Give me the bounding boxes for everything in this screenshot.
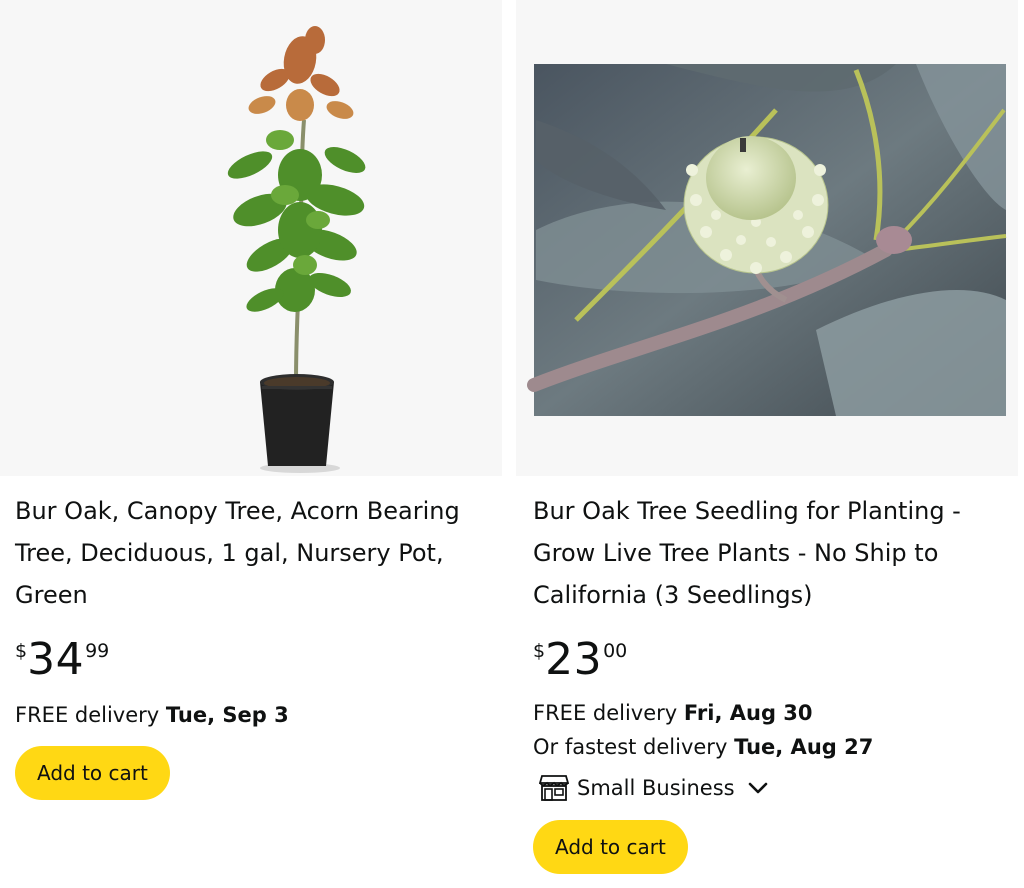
- delivery-info: FREE delivery Fri, Aug 30: [533, 696, 813, 730]
- price-currency: $: [533, 640, 546, 662]
- product-title[interactable]: Bur Oak, Canopy Tree, Acorn Bearing Tree…: [15, 490, 495, 616]
- delivery-prefix: FREE delivery: [533, 701, 684, 725]
- product-title[interactable]: Bur Oak Tree Seedling for Planting - Gro…: [533, 490, 1013, 616]
- delivery-prefix: FREE delivery: [15, 703, 166, 727]
- product-price: $ 23 00: [533, 636, 627, 686]
- potted-tree-illustration: [227, 26, 366, 473]
- store-icon: [539, 775, 569, 801]
- fastest-delivery-prefix: Or fastest delivery: [533, 735, 735, 759]
- product-image-acorn[interactable]: [516, 0, 1018, 476]
- delivery-date: Tue, Sep 3: [165, 703, 289, 727]
- product-card-bur-oak-1gal: Bur Oak, Canopy Tree, Acorn Bearing Tree…: [0, 0, 502, 888]
- price-whole: 34: [27, 634, 85, 685]
- price-fraction: 99: [85, 640, 110, 662]
- product-price: $ 34 99: [15, 636, 109, 686]
- add-to-cart-button[interactable]: Add to cart: [533, 820, 688, 874]
- small-business-badge[interactable]: Small Business: [539, 770, 769, 806]
- fastest-delivery-info: Or fastest delivery Tue, Aug 27: [533, 730, 873, 764]
- acorn-photo-illustration: [527, 64, 1007, 416]
- delivery-date: Fri, Aug 30: [683, 701, 813, 725]
- price-fraction: 00: [603, 640, 628, 662]
- small-business-label: Small Business: [577, 776, 735, 800]
- product-card-bur-oak-seedling: Bur Oak Tree Seedling for Planting - Gro…: [516, 0, 1018, 888]
- price-whole: 23: [545, 634, 603, 685]
- add-to-cart-button[interactable]: Add to cart: [15, 746, 170, 800]
- chevron-down-icon: [748, 782, 767, 794]
- price-currency: $: [15, 640, 28, 662]
- product-image-potted-oak[interactable]: [0, 0, 502, 476]
- delivery-info: FREE delivery Tue, Sep 3: [15, 698, 289, 732]
- fastest-delivery-date: Tue, Aug 27: [734, 735, 874, 759]
